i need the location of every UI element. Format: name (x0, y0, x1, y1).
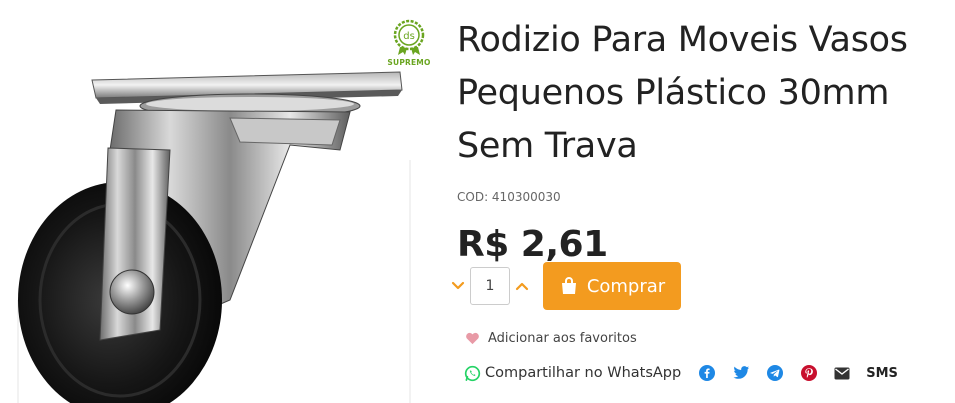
chevron-up-icon (515, 282, 529, 291)
product-title: Rodizio Para Moveis Vasos Pequenos Plást… (457, 14, 947, 173)
facebook-icon (699, 365, 716, 381)
share-pinterest-button[interactable] (800, 364, 818, 382)
twitter-icon (733, 366, 749, 379)
product-image[interactable] (0, 0, 440, 403)
product-title-line: Rodizio Para Moveis Vasos (457, 20, 908, 60)
share-facebook-button[interactable] (698, 364, 716, 382)
buy-button-label: Comprar (586, 275, 666, 297)
email-icon (834, 367, 850, 379)
brand-seal-icon: ds (393, 19, 425, 55)
pinterest-icon (801, 365, 818, 381)
share-email-button[interactable] (833, 364, 851, 382)
purchase-controls: Comprar (447, 262, 681, 310)
telegram-icon (767, 365, 784, 381)
add-to-favorites-label: Adicionar aos favoritos (488, 331, 637, 346)
whatsapp-icon (464, 365, 481, 381)
product-details: Rodizio Para Moveis Vasos Pequenos Plást… (457, 14, 947, 265)
brand-name: SUPREMO (387, 58, 431, 67)
share-sms-button[interactable]: SMS (866, 366, 898, 381)
chevron-down-icon (451, 281, 465, 290)
caster-wheel-illustration (17, 71, 411, 403)
product-title-line: Pequenos Plástico 30mm (457, 73, 890, 113)
share-bar: Compartilhar no WhatsApp SMS (464, 362, 898, 384)
share-twitter-button[interactable] (732, 364, 750, 382)
quantity-decrease-button[interactable] (447, 262, 469, 310)
product-title-line: Sem Trava (457, 126, 638, 166)
product-code: COD: 410300030 (457, 190, 561, 204)
shopping-bag-icon (561, 277, 576, 294)
brand-badge: ds SUPREMO (384, 18, 434, 70)
share-whatsapp-label: Compartilhar no WhatsApp (485, 365, 682, 381)
add-to-favorites-link[interactable]: Adicionar aos favoritos (465, 331, 637, 346)
brand-monogram: ds (403, 31, 415, 42)
product-price: R$ 2,61 (457, 224, 608, 265)
buy-button[interactable]: Comprar (543, 262, 681, 310)
heart-icon (466, 332, 479, 345)
share-telegram-button[interactable] (766, 364, 784, 382)
share-whatsapp-link[interactable]: Compartilhar no WhatsApp (464, 365, 681, 382)
quantity-input[interactable] (470, 267, 510, 305)
quantity-increase-button[interactable] (511, 262, 533, 310)
